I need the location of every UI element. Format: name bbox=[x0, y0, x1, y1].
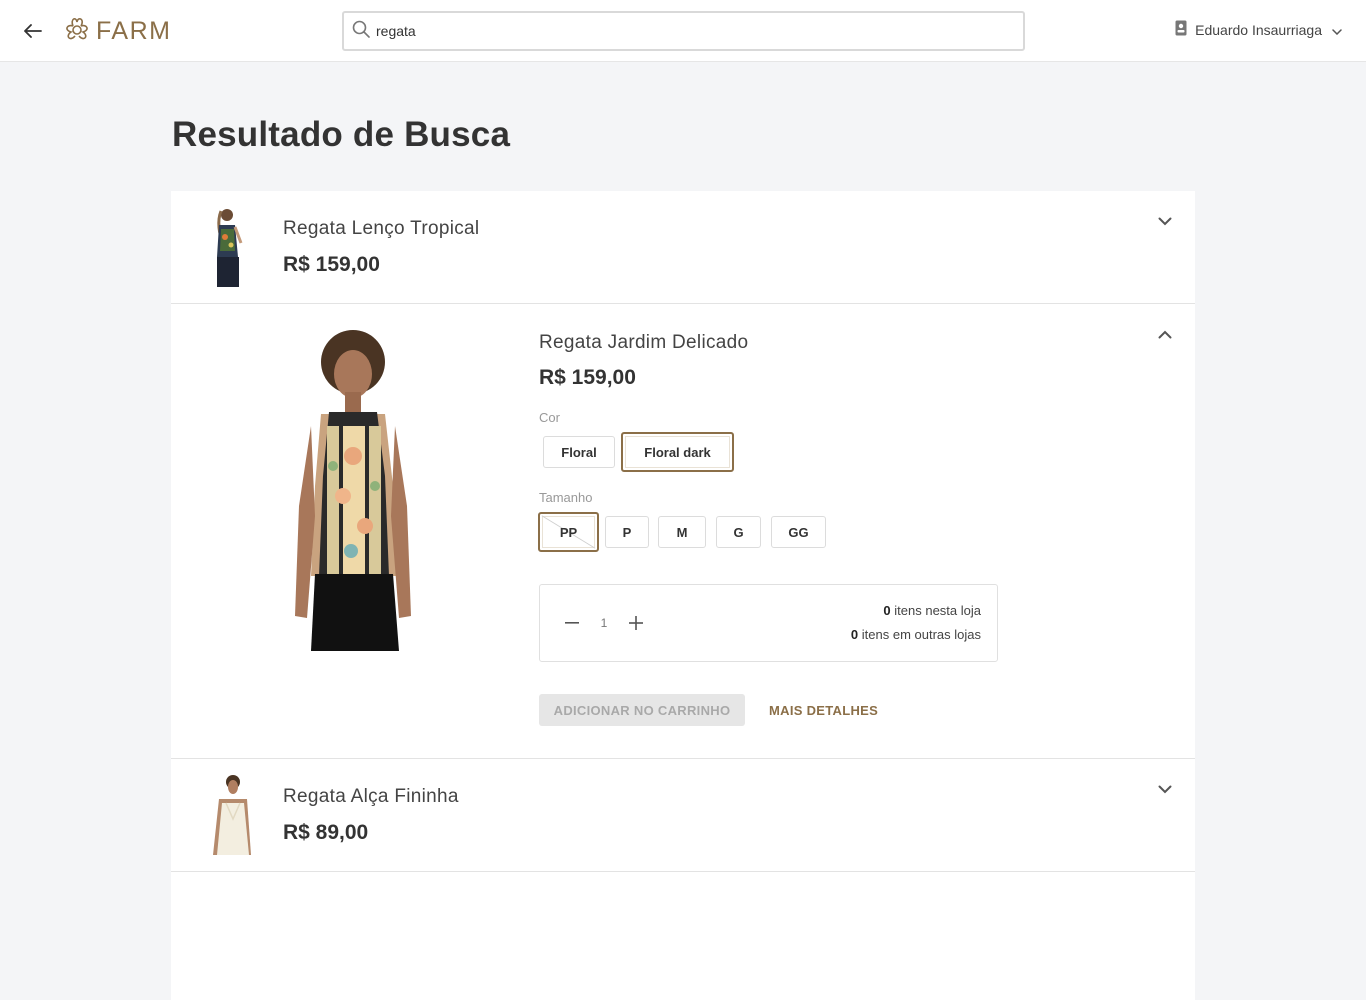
logo-text: FARM bbox=[96, 16, 172, 45]
stock-other-stores: 0 itens em outras lojas bbox=[851, 627, 981, 642]
id-badge-icon bbox=[1175, 20, 1187, 39]
product-row[interactable]: Regata Alça Fininha R$ 89,00 bbox=[171, 759, 1195, 872]
flower-logo-icon bbox=[62, 15, 92, 48]
product-thumbnail[interactable] bbox=[207, 207, 251, 287]
size-option-label: PP bbox=[559, 524, 578, 540]
top-bar: FARM Eduardo Insaurriaga bbox=[0, 0, 1366, 62]
chevron-down-icon bbox=[1332, 22, 1342, 38]
size-option-gg[interactable]: GG bbox=[771, 516, 826, 548]
chevron-down-icon[interactable] bbox=[1155, 211, 1175, 231]
product-image[interactable] bbox=[281, 326, 431, 651]
product-price: R$ 159,00 bbox=[539, 366, 636, 389]
minus-icon[interactable] bbox=[562, 613, 582, 633]
product-price: R$ 159,00 bbox=[283, 253, 380, 276]
quantity-stock-box: 1 0 itens nesta loja 0 itens em outras l… bbox=[539, 584, 998, 662]
stock-other-text: itens em outras lojas bbox=[861, 627, 981, 642]
chevron-down-icon[interactable] bbox=[1155, 779, 1175, 799]
search-results-list: Regata Lenço Tropical R$ 159,00 Regata J… bbox=[171, 191, 1195, 1000]
product-row-expanded: Regata Jardim Delicado R$ 159,00 Cor Flo… bbox=[171, 304, 1195, 759]
user-menu[interactable]: Eduardo Insaurriaga bbox=[1175, 20, 1342, 39]
page-title: Resultado de Busca bbox=[172, 115, 511, 154]
add-to-cart-button[interactable]: ADICIONAR NO CARRINHO bbox=[539, 694, 745, 726]
stock-other-count: 0 bbox=[850, 627, 859, 642]
size-option-pp[interactable]: PP bbox=[538, 512, 599, 552]
size-option-p[interactable]: P bbox=[605, 516, 649, 548]
user-name: Eduardo Insaurriaga bbox=[1195, 21, 1322, 38]
search-bar[interactable] bbox=[342, 11, 1025, 51]
search-input[interactable] bbox=[376, 23, 996, 39]
stock-this-store: 0 itens nesta loja bbox=[883, 603, 981, 618]
size-label: Tamanho bbox=[539, 490, 593, 505]
back-arrow-icon[interactable] bbox=[20, 18, 46, 44]
stock-store-count: 0 bbox=[883, 603, 891, 618]
chevron-up-icon[interactable] bbox=[1155, 324, 1175, 344]
product-name[interactable]: Regata Alça Fininha bbox=[283, 786, 459, 808]
product-thumbnail[interactable] bbox=[207, 773, 251, 855]
search-icon bbox=[352, 20, 370, 43]
stock-store-text: itens nesta loja bbox=[894, 603, 981, 618]
product-row[interactable]: Regata Lenço Tropical R$ 159,00 bbox=[171, 191, 1195, 304]
size-option-m[interactable]: M bbox=[658, 516, 706, 548]
product-name[interactable]: Regata Jardim Delicado bbox=[539, 332, 748, 354]
plus-icon[interactable] bbox=[626, 613, 646, 633]
more-details-button[interactable]: MAIS DETALHES bbox=[769, 694, 878, 726]
color-option-floral[interactable]: Floral bbox=[543, 436, 615, 468]
product-name[interactable]: Regata Lenço Tropical bbox=[283, 218, 479, 240]
color-option-floral-dark[interactable]: Floral dark bbox=[621, 432, 734, 472]
product-price: R$ 89,00 bbox=[283, 821, 369, 844]
size-option-g[interactable]: G bbox=[716, 516, 761, 548]
quantity-value[interactable]: 1 bbox=[598, 616, 610, 630]
farm-logo[interactable]: FARM bbox=[62, 16, 171, 46]
color-label: Cor bbox=[539, 410, 560, 425]
